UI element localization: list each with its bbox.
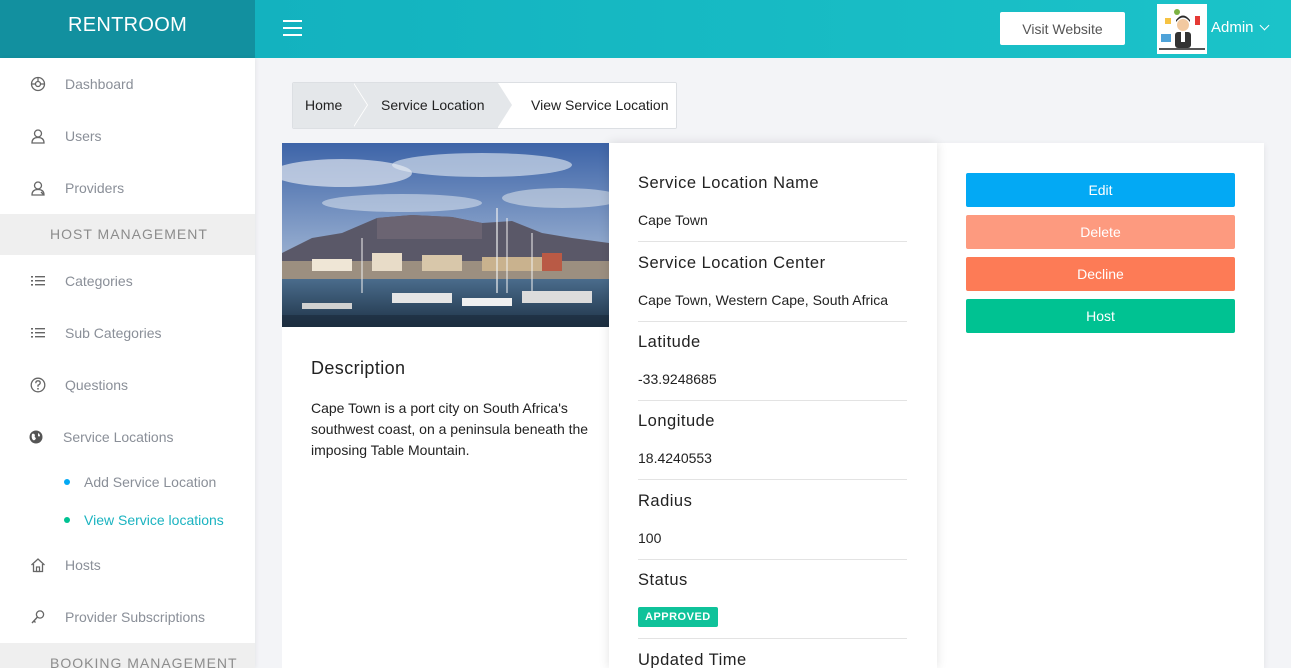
- sidebar-item-service-locations[interactable]: Service Locations: [0, 417, 255, 457]
- description-text: Cape Town is a port city on South Africa…: [311, 400, 589, 458]
- sidebar-subitem-add-service-location[interactable]: Add Service Location: [0, 467, 255, 497]
- field-label: Radius: [638, 492, 693, 510]
- field-value: 100: [638, 530, 662, 546]
- field-label: Longitude: [638, 412, 715, 430]
- sidebar-item-providers[interactable]: Providers: [0, 168, 255, 208]
- sidebar-item-label: Service Locations: [63, 429, 174, 445]
- breadcrumb-separator: [498, 83, 512, 127]
- delete-button[interactable]: Delete: [966, 215, 1235, 249]
- sidebar: Dashboard Users Providers HOST MANAGEMEN…: [0, 58, 255, 668]
- field-latitude: Latitude -33.9248685: [638, 328, 907, 401]
- providers-icon: [29, 179, 47, 197]
- field-service-location-center: Service Location Center Cape Town, Weste…: [638, 249, 907, 322]
- breadcrumb-current: View Service Location: [498, 83, 676, 128]
- breadcrumb-label: View Service Location: [531, 97, 669, 113]
- field-label: Status: [638, 571, 688, 589]
- list-icon: [29, 324, 47, 342]
- dashboard-icon: [29, 75, 47, 93]
- sidebar-subitem-label: Add Service Location: [84, 474, 217, 490]
- field-label: Updated Time: [638, 651, 747, 668]
- sidebar-item-categories[interactable]: Categories: [0, 261, 255, 301]
- home-icon: [29, 556, 47, 574]
- field-value: 18.4240553: [638, 450, 712, 466]
- field-status: Status APPROVED: [638, 566, 907, 639]
- hamburger-menu-icon[interactable]: [283, 20, 302, 36]
- sidebar-item-questions[interactable]: Questions: [0, 365, 255, 405]
- field-radius: Radius 100: [638, 487, 907, 560]
- sidebar-item-label: Categories: [65, 273, 133, 289]
- sidebar-item-label: Provider Subscriptions: [65, 609, 206, 625]
- actions-panel: Edit Delete Decline Host: [937, 143, 1264, 668]
- location-details-panel: Service Location Name Cape Town Service …: [609, 143, 937, 668]
- top-navbar: Visit Website Admin: [255, 0, 1291, 58]
- location-image-panel: Description Cape Town is a port city on …: [282, 143, 609, 668]
- sidebar-item-label: Questions: [65, 377, 129, 393]
- description-title: Description: [311, 358, 406, 378]
- location-photo: [282, 143, 609, 327]
- sidebar-item-label: Hosts: [65, 557, 101, 573]
- field-service-location-name: Service Location Name Cape Town: [638, 169, 907, 242]
- breadcrumb: Home Service Location View Service Locat…: [292, 82, 677, 129]
- host-button[interactable]: Host: [966, 299, 1235, 333]
- sidebar-item-users[interactable]: Users: [0, 116, 255, 156]
- admin-label: Admin: [1211, 19, 1254, 36]
- list-icon: [29, 272, 47, 290]
- field-label: Service Location Name: [638, 174, 820, 192]
- key-icon: [29, 608, 47, 626]
- field-longitude: Longitude 18.4240553: [638, 407, 907, 480]
- sidebar-item-provider-subscriptions[interactable]: Provider Subscriptions: [0, 597, 255, 637]
- field-value: Cape Town: [638, 212, 708, 228]
- edit-button[interactable]: Edit: [966, 173, 1235, 207]
- sidebar-item-sub-categories[interactable]: Sub Categories: [0, 313, 255, 353]
- brand-logo[interactable]: RENTROOM: [0, 0, 255, 58]
- breadcrumb-separator: [353, 83, 367, 127]
- question-icon: [29, 376, 47, 394]
- globe-icon: [27, 428, 45, 446]
- bullet-icon: [64, 517, 70, 523]
- admin-menu[interactable]: Admin: [1211, 19, 1269, 36]
- status-badge: APPROVED: [638, 607, 718, 627]
- field-label: Service Location Center: [638, 254, 826, 272]
- sidebar-item-label: Users: [65, 128, 102, 144]
- decline-button[interactable]: Decline: [966, 257, 1235, 291]
- section-host-management: HOST MANAGEMENT: [0, 214, 255, 255]
- field-label: Latitude: [638, 333, 701, 351]
- sidebar-item-label: Sub Categories: [65, 325, 162, 341]
- sidebar-subitem-label: View Service locations: [84, 512, 224, 528]
- sidebar-item-hosts[interactable]: Hosts: [0, 545, 255, 585]
- breadcrumb-service-location[interactable]: Service Location: [353, 83, 513, 128]
- visit-website-button[interactable]: Visit Website: [1000, 12, 1125, 45]
- avatar[interactable]: [1157, 4, 1207, 54]
- sidebar-item-label: Providers: [65, 180, 125, 196]
- breadcrumb-label: Service Location: [381, 97, 485, 113]
- sidebar-subitem-view-service-locations[interactable]: View Service locations: [0, 505, 255, 535]
- field-value: Cape Town, Western Cape, South Africa: [638, 292, 889, 308]
- chevron-down-icon: [1259, 20, 1269, 31]
- breadcrumb-home[interactable]: Home: [293, 83, 368, 128]
- field-updated-time: Updated Time: [638, 646, 907, 668]
- section-booking-management: BOOKING MANAGEMENT: [0, 643, 255, 668]
- breadcrumb-label: Home: [305, 97, 343, 113]
- sidebar-item-label: Dashboard: [65, 76, 134, 92]
- sidebar-item-dashboard[interactable]: Dashboard: [0, 64, 255, 104]
- bullet-icon: [64, 479, 70, 485]
- field-value: -33.9248685: [638, 371, 717, 387]
- user-icon: [29, 127, 47, 145]
